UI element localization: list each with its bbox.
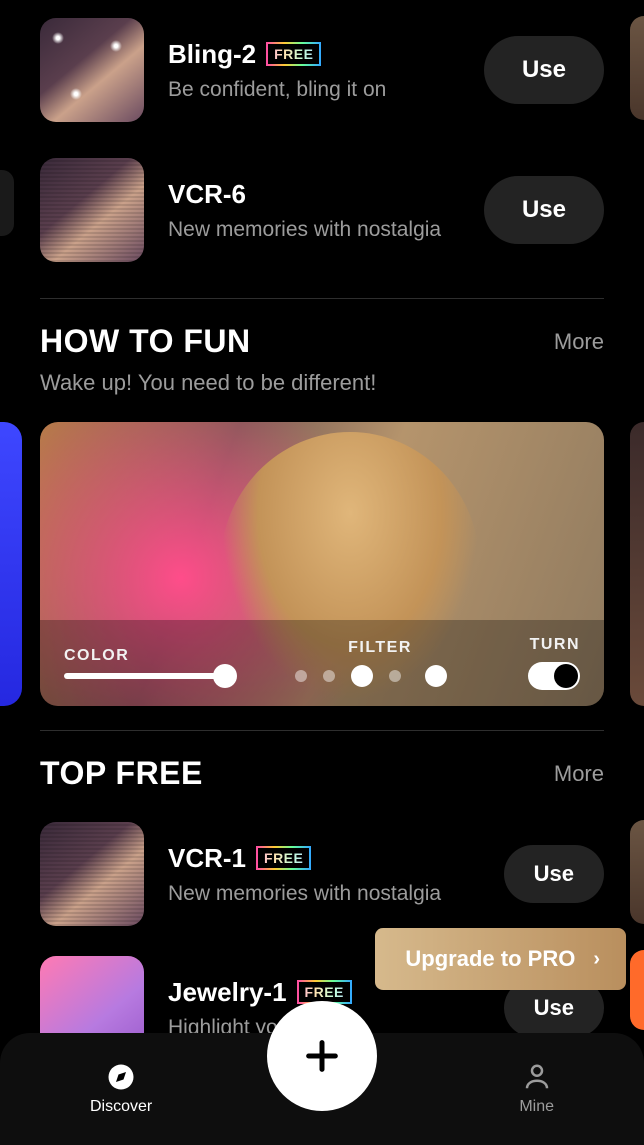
divider	[40, 298, 604, 299]
filter-row: VCR-1 FREE New memories with nostalgia U…	[0, 810, 644, 938]
section-title: HOW TO FUN	[40, 323, 251, 360]
nav-label: Mine	[519, 1098, 554, 1116]
carousel-peek-right[interactable]	[630, 422, 644, 706]
turn-label: TURN	[530, 636, 580, 654]
filter-title: Jewelry-1	[168, 977, 287, 1008]
use-button[interactable]: Use	[504, 845, 604, 903]
filter-subtitle: New memories with nostalgia	[168, 882, 480, 906]
nav-discover[interactable]: Discover	[90, 1062, 152, 1116]
section-title: TOP FREE	[40, 755, 203, 792]
more-link[interactable]: More	[554, 329, 604, 355]
person-icon	[522, 1062, 552, 1092]
upgrade-label: Upgrade to PRO	[405, 946, 575, 972]
use-button[interactable]: Use	[484, 36, 604, 104]
use-button[interactable]: Use	[484, 176, 604, 244]
add-button[interactable]	[267, 1001, 377, 1111]
nav-mine[interactable]: Mine	[519, 1062, 554, 1116]
turn-toggle[interactable]	[528, 662, 580, 690]
filter-title: VCR-1	[168, 843, 246, 874]
filter-dots[interactable]	[295, 665, 465, 687]
filter-label: FILTER	[348, 639, 412, 657]
filter-title: Bling-2	[168, 39, 256, 70]
compass-icon	[106, 1062, 136, 1092]
hero-card[interactable]: COLOR FILTER TURN	[40, 422, 604, 706]
carousel-peek[interactable]	[630, 950, 644, 1030]
filter-thumbnail[interactable]	[40, 18, 144, 122]
color-slider[interactable]	[64, 673, 232, 679]
carousel-peek[interactable]	[630, 16, 644, 120]
divider	[40, 730, 604, 731]
filter-title: VCR-6	[168, 179, 246, 210]
filter-row: Bling-2 FREE Be confident, bling it on U…	[0, 6, 644, 134]
hero-controls: COLOR FILTER TURN	[40, 620, 604, 706]
free-badge: FREE	[266, 42, 321, 66]
filter-subtitle: Be confident, bling it on	[168, 78, 460, 102]
chevron-right-icon: ›	[593, 948, 600, 971]
filter-thumbnail[interactable]	[40, 158, 144, 262]
nav-label: Discover	[90, 1098, 152, 1116]
free-badge: FREE	[256, 846, 311, 870]
section-subtitle: Wake up! You need to be different!	[0, 370, 644, 396]
plus-icon	[302, 1036, 342, 1076]
color-label: COLOR	[64, 647, 232, 665]
carousel-peek-left[interactable]	[0, 422, 22, 706]
filter-thumbnail[interactable]	[40, 822, 144, 926]
upgrade-to-pro-button[interactable]: Upgrade to PRO ›	[375, 928, 626, 990]
carousel-peek[interactable]	[630, 820, 644, 924]
filter-row: VCR-6 New memories with nostalgia Use	[0, 146, 644, 274]
filter-subtitle: New memories with nostalgia	[168, 218, 460, 242]
more-link[interactable]: More	[554, 761, 604, 787]
